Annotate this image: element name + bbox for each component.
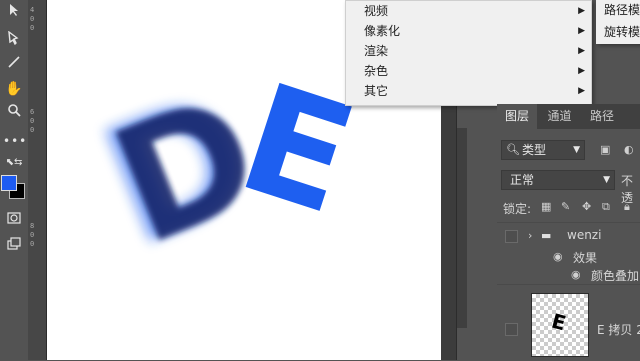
layer-filter-value: 类型 — [522, 143, 547, 157]
layers-panel: 图层 通道 路径 🔍︎ 类型 ▼ ▣ ◐ 正常 ▼ 不透 锁定: ▦ ✎ ✥ ⧉… — [497, 104, 640, 360]
visibility-toggle[interactable] — [505, 230, 518, 243]
image-filter-icon[interactable]: ▣ — [600, 143, 610, 157]
group-name: wenzi — [567, 228, 602, 242]
screen-mode-icon[interactable] — [3, 236, 25, 258]
line-tool-icon[interactable] — [3, 54, 25, 76]
menu-item-label: 渲染 — [364, 44, 389, 58]
layer-group-row[interactable]: › ▬ wenzi — [497, 222, 640, 249]
lock-label: 锁定: — [503, 202, 532, 216]
lock-all-icon[interactable]: 🔒︎ — [624, 200, 630, 214]
chevron-down-icon: ▼ — [573, 145, 580, 155]
menu-item-label: 其它 — [364, 84, 389, 98]
lock-artboard-icon[interactable]: ⧉ — [602, 200, 610, 214]
filter-submenu: 路径模 旋转模 — [596, 0, 640, 44]
blend-mode-select[interactable]: 正常 ▼ — [501, 170, 615, 190]
blend-mode-value: 正常 — [510, 173, 535, 187]
thumbnail-letter: E — [549, 308, 569, 336]
submenu-item[interactable]: 旋转模 — [604, 22, 640, 42]
effect-item-label: 颜色叠加 — [591, 269, 640, 283]
menu-item-video[interactable]: 视频 ▶ — [346, 1, 591, 21]
effect-item-row[interactable]: ◉ 颜色叠加 — [497, 266, 640, 284]
lock-position-icon[interactable]: ✥ — [582, 200, 591, 214]
layer-name: E 拷贝 2 — [597, 323, 640, 337]
menu-item-noise[interactable]: 杂色 ▶ — [346, 61, 591, 81]
search-icon: 🔍︎ — [506, 143, 520, 156]
tab-layers[interactable]: 图层 — [497, 104, 537, 129]
pen-tool-icon[interactable] — [3, 30, 25, 52]
ruler-label: 0 — [30, 15, 35, 23]
lock-transparent-icon[interactable]: ▦ — [541, 200, 551, 214]
submenu-arrow-icon: ▶ — [578, 26, 585, 36]
submenu-arrow-icon: ▶ — [578, 46, 585, 56]
panel-tabs: 图层 通道 路径 — [497, 104, 640, 129]
hand-tool-icon[interactable]: ✋ — [3, 78, 25, 100]
ruler-label: 0 — [30, 126, 35, 134]
swap-colors-icon[interactable]: ⬉⇆ — [3, 152, 25, 174]
submenu-arrow-icon: ▶ — [578, 6, 585, 16]
quick-mask-icon[interactable] — [3, 210, 25, 232]
tab-channels[interactable]: 通道 — [538, 104, 581, 129]
menu-item-label: 杂色 — [364, 64, 389, 78]
menu-item-render[interactable]: 渲染 ▶ — [346, 41, 591, 61]
menu-item-other[interactable]: 其它 ▶ — [346, 81, 591, 101]
scrollbar-thumb[interactable] — [457, 128, 467, 328]
adjustment-filter-icon[interactable]: ◐ — [624, 143, 634, 157]
menu-item-pixelate[interactable]: 像素化 ▶ — [346, 21, 591, 41]
ruler-label: 0 — [30, 240, 35, 248]
submenu-item[interactable]: 路径模 — [604, 0, 640, 20]
more-tools-icon[interactable]: ••• — [3, 130, 26, 152]
tools-panel: ✋ ••• ⬉⇆ — [0, 0, 29, 360]
ruler-label: 0 — [30, 117, 35, 125]
effects-label: 效果 — [573, 251, 598, 265]
ruler-label: 8 — [30, 222, 35, 230]
ruler-label: 4 — [30, 6, 35, 14]
effects-row[interactable]: ◉ 效果 — [497, 248, 640, 266]
eye-icon[interactable]: ◉ — [553, 250, 563, 264]
ruler-label: 6 — [30, 108, 35, 116]
lock-brush-icon[interactable]: ✎ — [561, 200, 570, 214]
move-tool-icon[interactable] — [3, 2, 25, 24]
foreground-color-swatch[interactable] — [1, 175, 17, 191]
ruler-label: 0 — [30, 24, 35, 32]
filter-menu: 视频 ▶ 像素化 ▶ 渲染 ▶ 杂色 ▶ 其它 ▶ — [345, 0, 592, 106]
visibility-toggle[interactable] — [505, 323, 518, 336]
ruler-label: 0 — [30, 231, 35, 239]
tab-paths[interactable]: 路径 — [582, 104, 622, 129]
layer-filter-select[interactable]: 🔍︎ 类型 ▼ — [501, 140, 585, 160]
eye-icon[interactable]: ◉ — [571, 268, 581, 282]
layer-row[interactable]: E E 拷贝 2 — [497, 284, 640, 361]
layer-thumbnail: E — [531, 293, 589, 357]
menu-item-label: 视频 — [364, 4, 389, 18]
vertical-ruler: 4 0 0 6 0 0 8 0 0 — [28, 0, 47, 360]
chevron-down-icon: ▼ — [603, 175, 610, 185]
zoom-tool-icon[interactable] — [3, 102, 25, 124]
menu-item-label: 像素化 — [364, 24, 401, 38]
submenu-arrow-icon: ▶ — [578, 86, 585, 96]
submenu-arrow-icon: ▶ — [578, 66, 585, 76]
folder-icon: ▬ — [541, 229, 552, 242]
chevron-right-icon[interactable]: › — [528, 229, 532, 243]
